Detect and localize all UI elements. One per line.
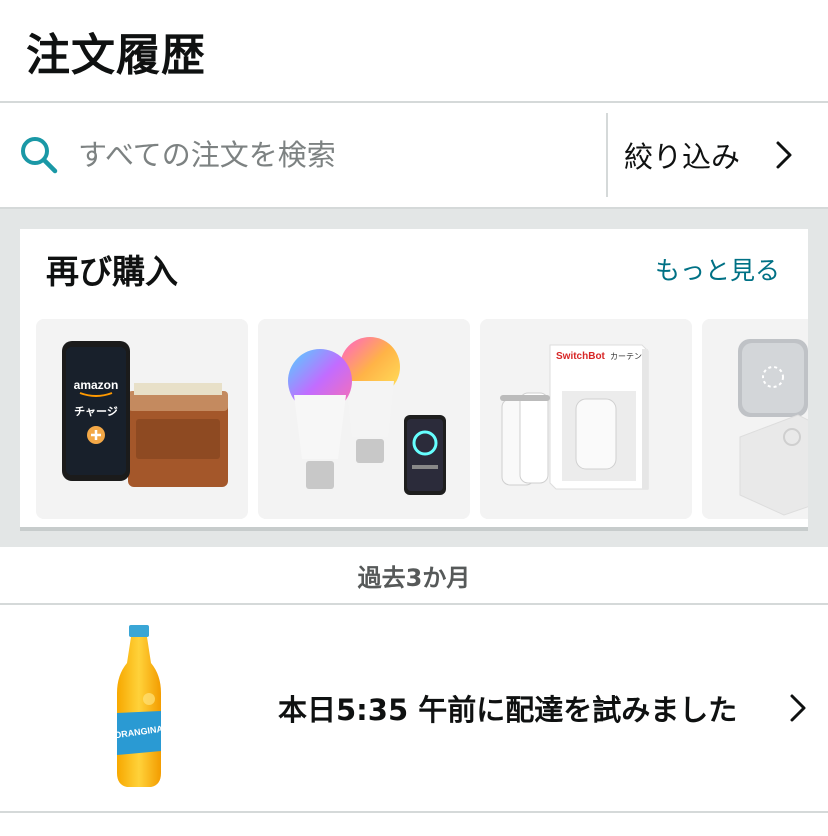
order-row[interactable]: ORANGINA 本日5:35 午前に配達を試みました (0, 605, 828, 813)
search-box[interactable] (0, 103, 606, 207)
amazon-brand-text: amazon (74, 378, 119, 392)
period-header: 過去3か月 (0, 547, 828, 605)
search-input[interactable] (76, 137, 576, 173)
see-more-link[interactable]: もっと見る (655, 251, 780, 287)
filter-label: 絞り込み (624, 140, 741, 174)
smart-bulb-image (258, 319, 470, 519)
search-filter-bar: 絞り込み (0, 103, 828, 207)
order-thumbnail: ORANGINA (0, 604, 278, 812)
buy-again-carousel[interactable]: amazon チャージ SwitchBot カーテン (20, 309, 808, 519)
charge-text: チャージ (74, 405, 118, 418)
buy-again-section: 再び購入 もっと見る amazon チャージ SwitchBot カーテン (0, 207, 828, 547)
order-status-text: 本日5:35 午前に配達を試みました (278, 693, 738, 727)
buy-again-header: 再び購入 もっと見る (20, 229, 808, 309)
switchbot-curtain-image: SwitchBot カーテン (480, 319, 692, 519)
buy-again-item-smart-hub[interactable] (702, 319, 808, 519)
buy-again-card: 再び購入 もっと見る amazon チャージ SwitchBot カーテン (20, 229, 808, 531)
page-header: 注文履歴 (0, 0, 828, 103)
buy-again-item-smart-bulb[interactable] (258, 319, 470, 519)
buy-again-title: 再び購入 (46, 252, 178, 291)
buy-again-item-amazon-charge[interactable]: amazon チャージ (36, 319, 248, 519)
chevron-right-icon (776, 141, 792, 169)
orangina-bottle-image: ORANGINA (114, 625, 164, 787)
search-icon (21, 137, 58, 174)
page-title: 注文履歴 (26, 29, 206, 81)
buy-again-item-switchbot-curtain[interactable]: SwitchBot カーテン (480, 319, 692, 519)
switchbot-brand-text: SwitchBot (556, 351, 606, 362)
curtain-text: カーテン (610, 352, 642, 361)
order-history-page: 注文履歴 絞り込み 再び購入 もっと見る (0, 0, 828, 836)
period-label: 過去3か月 (357, 563, 471, 592)
amazon-gift-charge-image: amazon チャージ (36, 319, 248, 519)
smart-hub-image (702, 319, 808, 519)
chevron-right-icon (790, 694, 806, 722)
filter-button[interactable]: 絞り込み (608, 103, 828, 207)
